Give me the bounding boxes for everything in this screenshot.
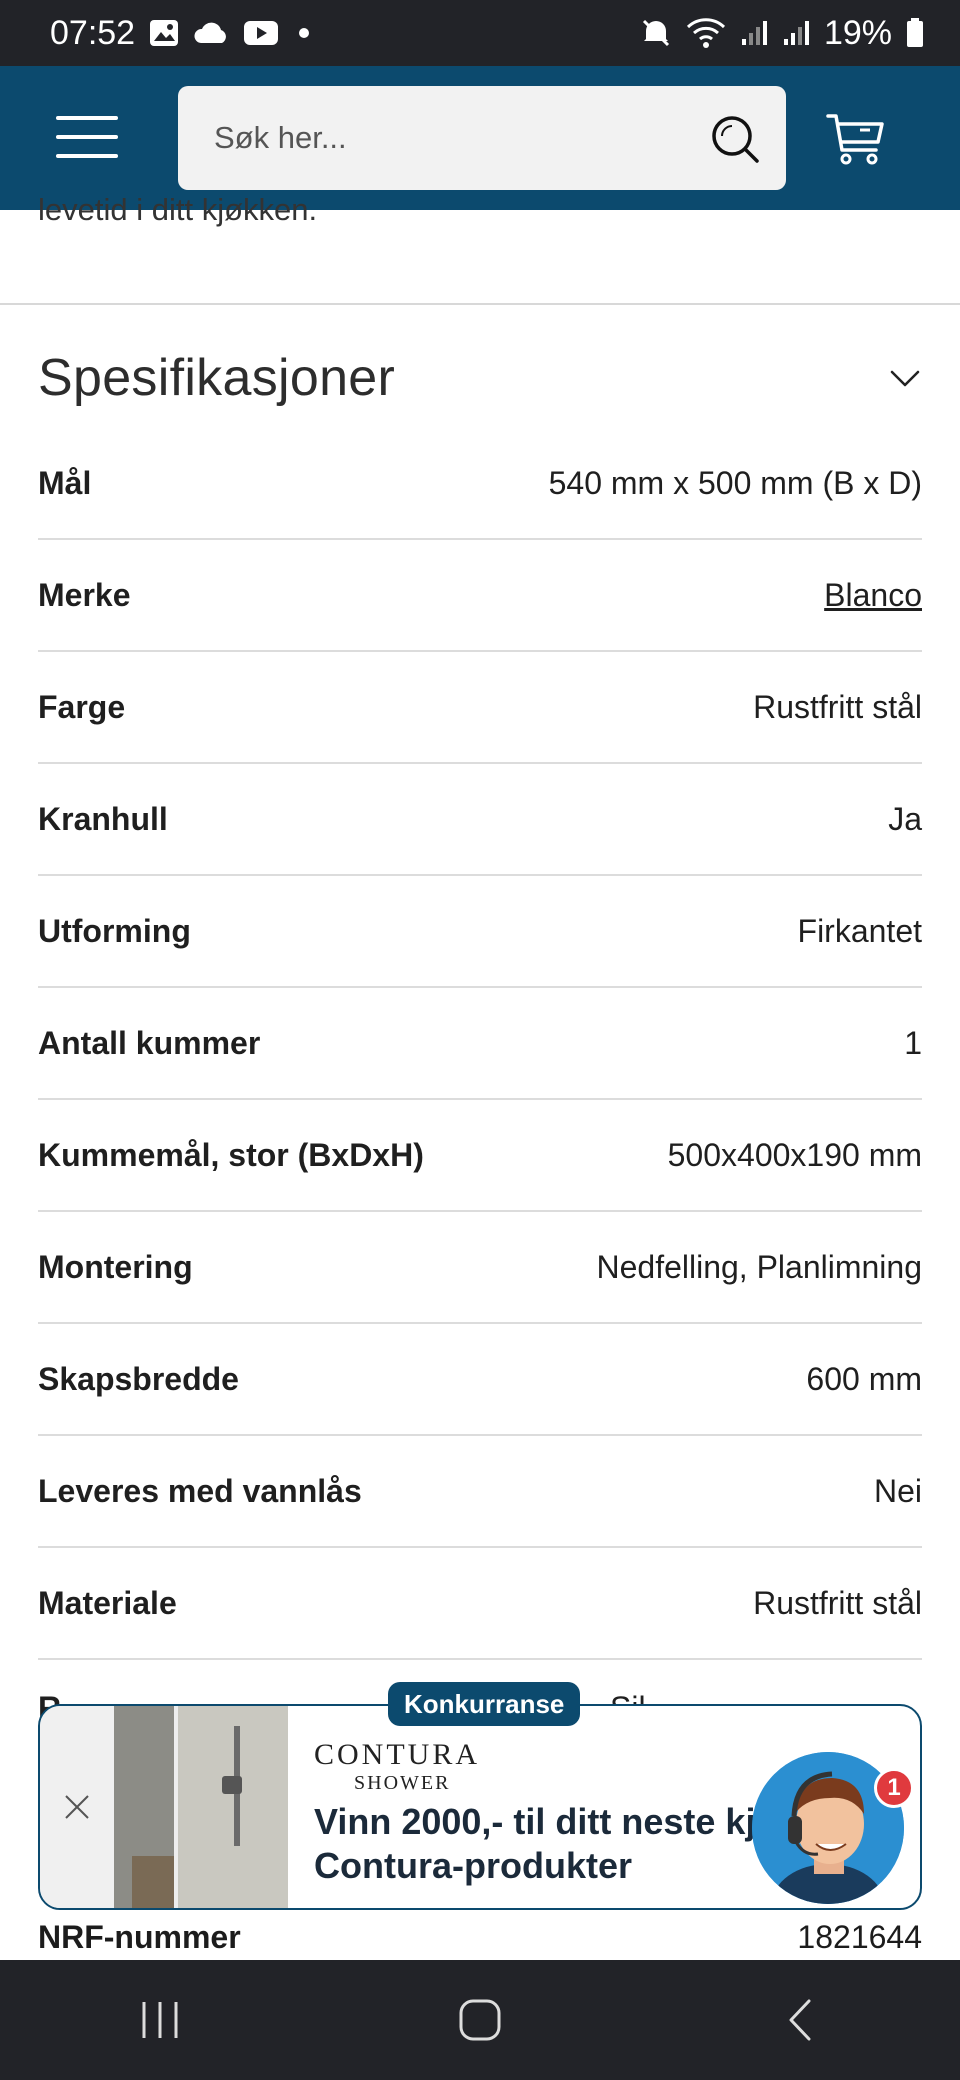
spec-value: 1821644	[797, 1918, 922, 1955]
notification-dot-icon	[299, 28, 310, 38]
spec-row: Farge Rustfritt stål	[38, 652, 922, 764]
cloud-icon	[193, 21, 229, 45]
status-bar: 07:52 19%	[0, 0, 960, 66]
spec-label: Kummemål, stor (BxDxH)	[38, 1136, 424, 1173]
brand-logo-sub: SHOWER	[354, 1772, 451, 1794]
spec-row: Leveres med vannlås Nei	[38, 1436, 922, 1548]
notification-badge: 1	[874, 1768, 914, 1808]
spec-label: Utforming	[38, 912, 191, 949]
brand-logo: CONTURA	[314, 1738, 481, 1771]
spec-label: Leveres med vannlås	[38, 1472, 362, 1509]
description-text: levetid i ditt kjøkken.	[38, 192, 318, 227]
cart-icon[interactable]	[826, 110, 886, 166]
spec-value: Firkantet	[797, 912, 922, 949]
promo-popup[interactable]: CONTURA SHOWER Vinn 2000,- til ditt nest…	[38, 1682, 922, 1910]
search-input[interactable]	[214, 86, 684, 190]
signal-icon	[782, 19, 810, 47]
spec-value: Ja	[888, 800, 922, 837]
spec-label: Merke	[38, 576, 131, 613]
spec-label: Antall kummer	[38, 1024, 261, 1061]
gallery-icon	[149, 19, 179, 47]
spec-table: Mål 540 mm x 500 mm (B x D) Merke Blanco…	[38, 428, 922, 1660]
divider	[0, 303, 960, 305]
spec-row: Utforming Firkantet	[38, 876, 922, 988]
back-icon	[789, 1999, 811, 2041]
spec-value: Nei	[873, 1472, 922, 1509]
battery-icon	[906, 18, 924, 48]
spec-row: Kranhull Ja	[38, 764, 922, 876]
home-icon	[459, 1999, 501, 2041]
spec-row: Antall kummer 1	[38, 988, 922, 1100]
status-time: 07:52	[50, 13, 136, 52]
specifications-header[interactable]: Spesifikasjoner	[38, 338, 922, 418]
spec-label: Skapsbredde	[38, 1360, 239, 1397]
recents-icon	[142, 2002, 178, 2038]
close-icon[interactable]	[63, 1793, 91, 1821]
spec-row: Merke Blanco	[38, 540, 922, 652]
spec-value: 1	[904, 1024, 922, 1061]
youtube-icon	[243, 20, 279, 46]
spec-value: Rustfritt stål	[753, 688, 922, 725]
spec-row: Skapsbredde 600 mm	[38, 1324, 922, 1436]
mute-icon	[640, 17, 672, 49]
spec-label: Montering	[38, 1248, 193, 1285]
spec-value: 540 mm x 500 mm (B x D)	[548, 464, 922, 501]
spec-row: Materiale Rustfritt stål	[38, 1548, 922, 1660]
back-button[interactable]	[740, 1980, 860, 2060]
spec-row: Kummemål, stor (BxDxH) 500x400x190 mm	[38, 1100, 922, 1212]
spec-label: Kranhull	[38, 800, 168, 837]
search-box[interactable]	[178, 86, 786, 190]
recents-button[interactable]	[100, 1980, 220, 2060]
spec-value: Rustfritt stål	[753, 1584, 922, 1621]
spec-label: Farge	[38, 688, 126, 725]
spec-row: Montering Nedfelling, Planlimning	[38, 1212, 922, 1324]
app-header	[0, 66, 960, 210]
spec-value: Nedfelling, Planlimning	[596, 1248, 922, 1285]
spec-label: NRF-nummer	[38, 1918, 241, 1955]
wifi-icon	[686, 17, 726, 49]
search-icon[interactable]	[710, 114, 760, 164]
system-navigation-bar	[0, 1960, 960, 2080]
chevron-down-icon[interactable]	[888, 361, 922, 395]
spec-row: NRF-nummer 1821644	[38, 1912, 922, 1962]
close-button[interactable]	[40, 1706, 114, 1908]
home-button[interactable]	[420, 1980, 540, 2060]
shower-image	[114, 1706, 288, 1908]
competition-badge: Konkurranse	[388, 1682, 581, 1726]
spec-value: 500x400x190 mm	[667, 1136, 922, 1173]
spec-label: Materiale	[38, 1584, 177, 1621]
brand-link[interactable]: Blanco	[824, 577, 922, 614]
section-title: Spesifikasjoner	[38, 349, 396, 407]
signal-icon	[740, 19, 768, 47]
battery-percent: 19%	[823, 13, 892, 52]
spec-label: Mål	[38, 464, 92, 501]
menu-icon[interactable]	[56, 116, 118, 158]
spec-value: 600 mm	[806, 1360, 922, 1397]
spec-row: Mål 540 mm x 500 mm (B x D)	[38, 428, 922, 540]
